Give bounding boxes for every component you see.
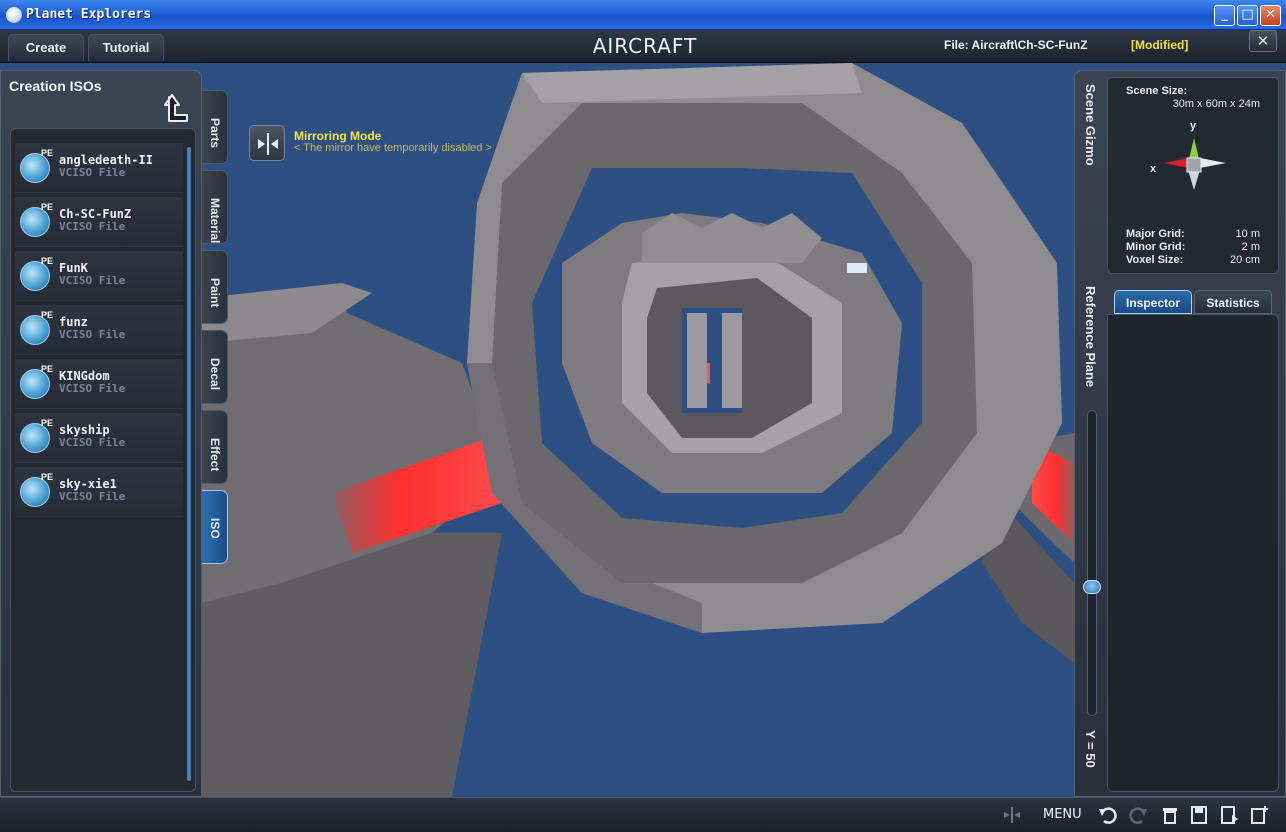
mirror-toggle-icon[interactable] [1002, 805, 1022, 825]
list-item[interactable]: PE skyship VCISO File [15, 413, 183, 463]
window-close-button[interactable]: ✕ [1260, 5, 1281, 26]
creation-isos-panel: Creation ISOs PE angledeath-II VCISO Fil… [0, 70, 202, 797]
delete-icon[interactable] [1160, 805, 1180, 825]
tab-decal[interactable]: Decal [202, 330, 228, 404]
window-titlebar: Planet Explorers _ □ ✕ [0, 0, 1286, 30]
tab-paint[interactable]: Paint [202, 250, 228, 324]
scene-gizmo-box: Scene Size: 30m x 60m x 24m y x Major Gr… [1107, 77, 1279, 274]
iso-name: sky-xie1 [59, 477, 117, 491]
major-grid-value: 10 m [1235, 228, 1260, 240]
iso-type: VCISO File [59, 382, 126, 395]
minor-grid-value: 2 m [1241, 241, 1260, 253]
list-item[interactable]: PE funz VCISO File [15, 305, 183, 355]
iso-type: VCISO File [59, 274, 126, 287]
minimize-button[interactable]: _ [1214, 5, 1235, 26]
axis-x-label: x [1150, 163, 1157, 175]
tab-create[interactable]: Create [8, 34, 84, 61]
3d-viewport[interactable] [202, 63, 1074, 797]
axis-y-label: y [1190, 120, 1197, 132]
list-scrollbar[interactable] [187, 147, 191, 781]
export-icon[interactable] [1219, 805, 1239, 825]
tab-effect[interactable]: Effect [202, 410, 228, 484]
mirroring-mode-status: < The mirror have temporarily disabled > [294, 142, 492, 154]
reference-plane-slider[interactable] [1087, 410, 1097, 716]
iso-type: VCISO File [59, 490, 126, 503]
modified-indicator: [Modified] [1131, 38, 1189, 52]
vciso-file-icon: PE [20, 202, 53, 237]
aircraft-model-render [202, 63, 1074, 797]
tab-iso[interactable]: ISO [202, 490, 228, 564]
scene-size-value: 30m x 60m x 24m [1172, 98, 1260, 110]
list-item[interactable]: PE Ch-SC-FunZ VCISO File [15, 197, 183, 247]
reference-plane-knob[interactable] [1083, 580, 1101, 594]
list-item[interactable]: PE sky-xie1 VCISO File [15, 467, 183, 517]
iso-name: KINGdom [59, 369, 110, 383]
list-item[interactable]: PE KINGdom VCISO File [15, 359, 183, 409]
iso-type: VCISO File [59, 328, 126, 341]
voxel-size-value: 20 cm [1230, 254, 1260, 266]
voxel-size-label: Voxel Size: [1126, 254, 1184, 266]
editor-topbar: Create Tutorial AIRCRAFT File: Aircraft\… [0, 30, 1286, 63]
vciso-file-icon: PE [20, 256, 53, 291]
up-folder-icon[interactable] [163, 93, 191, 123]
vciso-file-icon: PE [20, 310, 53, 345]
iso-name: funz [59, 315, 88, 329]
inspector-panel [1107, 314, 1279, 792]
vciso-file-icon: PE [20, 418, 53, 453]
scene-gizmo-label: Scene Gizmo [1083, 84, 1098, 166]
scene-size-label: Scene Size: [1126, 85, 1188, 97]
iso-name: angledeath-II [59, 153, 153, 167]
tab-inspector[interactable]: Inspector [1114, 290, 1192, 314]
tab-material[interactable]: Material [202, 170, 228, 244]
iso-type: VCISO File [59, 166, 126, 179]
menu-button[interactable]: MENU [1043, 807, 1082, 822]
mirroring-mode-button[interactable] [249, 125, 285, 161]
iso-name: skyship [59, 423, 110, 437]
major-grid-label: Major Grid: [1126, 228, 1185, 240]
undo-icon[interactable] [1098, 805, 1118, 825]
vciso-file-icon: PE [20, 148, 53, 183]
tab-tutorial[interactable]: Tutorial [88, 34, 164, 61]
mode-title: AIRCRAFT [592, 34, 698, 58]
reference-plane-label: Reference Plane [1083, 286, 1098, 388]
save-icon[interactable] [1189, 805, 1209, 825]
iso-file-list[interactable]: PE angledeath-II VCISO File PE Ch-SC-Fun… [10, 128, 196, 792]
mirror-icon [258, 133, 278, 155]
tab-statistics[interactable]: Statistics [1194, 290, 1272, 314]
file-path-label: File: Aircraft\Ch-SC-FunZ [944, 38, 1088, 52]
redo-icon[interactable] [1128, 805, 1148, 825]
new-file-icon[interactable] [1249, 805, 1269, 825]
iso-type: VCISO File [59, 436, 126, 449]
panel-title: Creation ISOs [9, 78, 102, 94]
editor-close-button[interactable]: ✕ [1249, 30, 1277, 52]
axis-gizmo[interactable] [1146, 118, 1230, 198]
minor-grid-label: Minor Grid: [1126, 241, 1186, 253]
iso-type: VCISO File [59, 220, 126, 233]
bottom-toolbar: MENU [0, 797, 1286, 832]
list-item[interactable]: PE FunK VCISO File [15, 251, 183, 301]
window-title: Planet Explorers [26, 7, 152, 22]
reference-y-value: Y = 50 [1083, 730, 1098, 768]
list-item[interactable]: PE angledeath-II VCISO File [15, 143, 183, 193]
app-icon [6, 7, 22, 23]
maximize-button[interactable]: □ [1237, 5, 1258, 26]
iso-name: FunK [59, 261, 88, 275]
vciso-file-icon: PE [20, 364, 53, 399]
mirroring-mode-title: Mirroring Mode [294, 129, 382, 143]
tab-parts[interactable]: Parts [202, 90, 228, 164]
iso-name: Ch-SC-FunZ [59, 207, 132, 221]
vciso-file-icon: PE [20, 472, 53, 507]
